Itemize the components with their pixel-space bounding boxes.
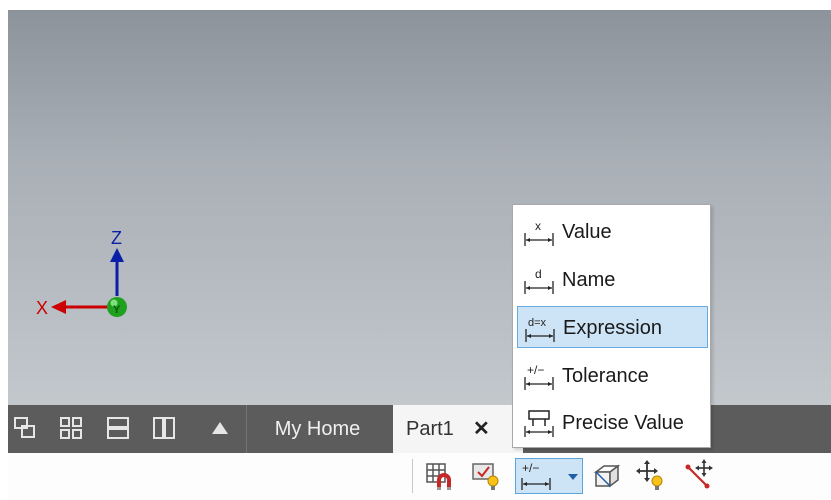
view-box-icon[interactable] <box>588 458 624 494</box>
tile-vertical-icon[interactable] <box>153 417 175 439</box>
menu-item-name[interactable]: d Name <box>517 259 708 301</box>
dimension-glyph: +/− <box>522 461 539 475</box>
dimension-name-icon: d <box>521 266 557 296</box>
menu-item-label: Value <box>562 221 612 243</box>
tile-windows-icon[interactable] <box>60 417 82 439</box>
toolbar-separator <box>412 459 413 493</box>
z-axis-arrow <box>110 248 124 262</box>
menu-item-label: Expression <box>563 317 662 339</box>
cascade-windows-icon[interactable] <box>14 417 36 439</box>
inference-hint-icon[interactable] <box>468 458 504 494</box>
x-axis-label: X <box>36 298 48 318</box>
svg-text:d: d <box>535 267 542 281</box>
close-tab-icon[interactable]: ✕ <box>473 405 490 453</box>
dimension-expression-icon: d=x <box>522 314 558 344</box>
menu-item-value[interactable]: x Value <box>517 211 708 253</box>
bottom-toolbar: +/− <box>8 453 831 500</box>
menu-item-label: Name <box>562 269 616 291</box>
svg-text:x: x <box>535 219 541 233</box>
dimension-display-menu: x Value d Name d=x Expression +/− Tolera… <box>512 204 711 448</box>
menu-item-expression[interactable]: d=x Expression <box>517 306 708 348</box>
dimension-tolerance-icon: +/− <box>521 362 557 392</box>
move-hint-icon[interactable] <box>634 458 670 494</box>
view-triad[interactable]: Z X Y <box>36 222 136 322</box>
tab-part1[interactable]: Part1 ✕ <box>393 405 523 453</box>
move-curve-icon[interactable] <box>680 458 716 494</box>
y-axis-label: Y <box>113 304 121 316</box>
snap-grid-magnet-icon[interactable] <box>422 458 458 494</box>
x-axis-arrow <box>51 300 66 314</box>
tab-label: Part1 <box>406 418 454 440</box>
tile-horizontal-icon[interactable] <box>107 417 129 439</box>
dimension-display-button[interactable]: +/− <box>515 458 583 494</box>
menu-item-tolerance[interactable]: +/− Tolerance <box>517 355 708 397</box>
tab-my-home[interactable]: My Home <box>246 405 388 453</box>
z-axis-label: Z <box>111 228 122 248</box>
svg-text:d=x: d=x <box>528 317 547 329</box>
dimension-value-icon: x <box>521 218 557 248</box>
menu-item-label: Precise Value <box>562 412 684 434</box>
menu-item-label: Tolerance <box>562 365 649 387</box>
svg-text:+/−: +/− <box>527 363 544 377</box>
chevron-down-icon <box>568 474 578 480</box>
dimension-precise-value-icon <box>521 409 557 439</box>
tab-list-up-icon[interactable] <box>211 420 229 436</box>
tab-label: My Home <box>274 418 361 440</box>
menu-item-precise-value[interactable]: Precise Value <box>517 402 708 444</box>
